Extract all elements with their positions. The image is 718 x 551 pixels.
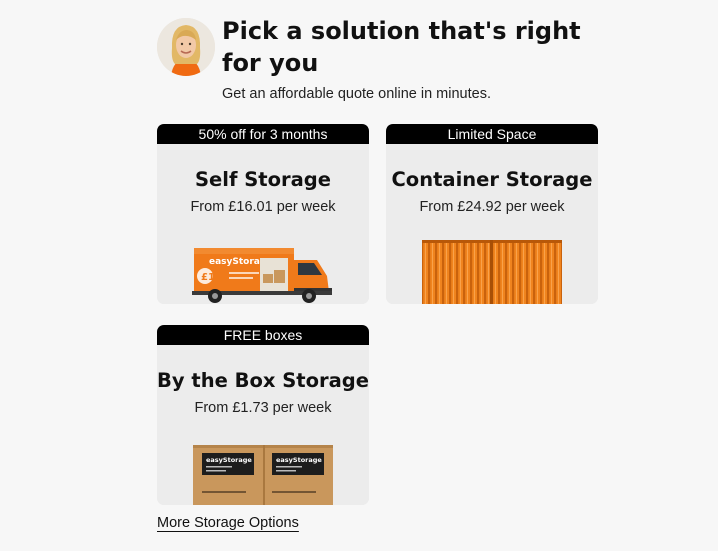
card-title: Self Storage bbox=[195, 168, 331, 191]
cardboard-boxes-image: easyStorage easyStorage bbox=[157, 439, 369, 505]
person-photo-icon bbox=[157, 18, 215, 76]
more-storage-options-link[interactable]: More Storage Options bbox=[157, 515, 299, 531]
card-price: From £1.73 per week bbox=[194, 400, 332, 416]
box-brand-text: easyStorage bbox=[206, 456, 252, 464]
shipping-container-image bbox=[386, 238, 598, 304]
box-storage-card[interactable]: FREE boxes By the Box Storage From £1.73… bbox=[157, 325, 369, 505]
storage-solutions-section: Pick a solution that's right for you Get… bbox=[0, 0, 718, 551]
self-storage-card[interactable]: 50% off for 3 months Self Storage From £… bbox=[157, 124, 369, 304]
card-price: From £16.01 per week bbox=[190, 199, 336, 215]
svg-text:£1: £1 bbox=[201, 272, 215, 283]
promo-badge: FREE boxes bbox=[157, 325, 369, 345]
promo-badge: 50% off for 3 months bbox=[157, 124, 369, 144]
storage-van-image: easyStorage £1 bbox=[157, 238, 369, 304]
card-title: Container Storage bbox=[391, 168, 593, 191]
page-subtitle: Get an affordable quote online in minute… bbox=[222, 86, 491, 102]
card-price: From £24.92 per week bbox=[419, 199, 565, 215]
advisor-avatar bbox=[157, 18, 215, 76]
promo-badge: Limited Space bbox=[386, 124, 598, 144]
container-storage-card[interactable]: Limited Space Container Storage From £24… bbox=[386, 124, 598, 304]
card-title: By the Box Storage bbox=[157, 369, 369, 392]
page-title: Pick a solution that's right for you bbox=[222, 17, 581, 77]
box-brand-text: easyStorage bbox=[276, 456, 322, 464]
